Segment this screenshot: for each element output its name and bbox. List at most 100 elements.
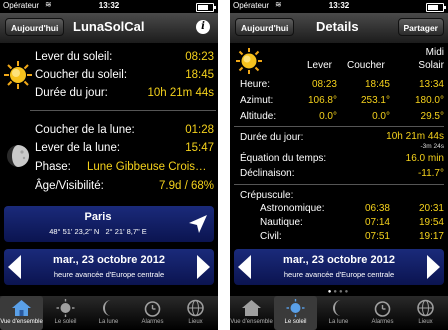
equation-of-time-value: 16.0 min <box>405 153 444 164</box>
astronomical-label: Astronomique: <box>260 203 325 214</box>
tab-label: Le soleil <box>54 319 77 325</box>
page-title: Details <box>316 19 359 34</box>
declination-label: Déclinaison: <box>240 168 295 179</box>
globe-icon <box>417 299 434 317</box>
time-label: Heure: <box>240 79 271 90</box>
tab-label: Vue d'ensemble <box>0 319 43 325</box>
day-length-value: 10h 21m 44s <box>147 87 215 99</box>
nav-bar: Aujourd'hui Details Partager <box>230 13 448 44</box>
altitude-label: Altitude: <box>240 111 277 122</box>
civil-end: 19:17 <box>418 231 444 242</box>
altitude-noon: 29.5° <box>420 111 444 122</box>
tab-overview[interactable]: Vue d'ensemble <box>230 296 273 330</box>
moon-icon <box>7 145 29 167</box>
day-length-label: Durée du jour: <box>35 87 108 99</box>
column-noon-2: Solair <box>418 60 444 71</box>
status-time: 13:32 <box>98 1 120 10</box>
date-timezone: heure avancée d'Europe centrale <box>283 270 395 279</box>
overview-screen: Opérateur ≋ 13:32 Aujourd'hui LunaSolCal… <box>0 0 218 330</box>
tab-sun[interactable]: Le soleil <box>274 296 317 330</box>
tab-moon[interactable]: La lune <box>317 296 360 330</box>
alarm-clock-icon <box>374 301 391 317</box>
sun-tab-icon <box>56 299 75 317</box>
moon-tab-icon <box>103 300 111 316</box>
share-button[interactable]: Partager <box>397 18 444 36</box>
tab-label: Lieux <box>418 319 433 325</box>
location-arrow-icon[interactable] <box>188 214 208 234</box>
astronomical-start: 06:38 <box>364 203 390 214</box>
tab-label: La lune <box>98 319 119 325</box>
phase-value: Lune Gibbeuse Crois… <box>87 161 207 173</box>
nav-bar: Aujourd'hui LunaSolCal i <box>0 13 218 44</box>
tab-alarms[interactable]: Alarmes <box>361 296 404 330</box>
tab-bar: Vue d'ensemble Le soleil La lune Alarmes <box>0 296 218 330</box>
day-length-value: 10h 21m 44s <box>386 131 444 142</box>
azimuth-label: Azimut: <box>240 95 274 106</box>
sunrise-value: 08:23 <box>185 51 214 63</box>
equation-of-time-label: Équation du temps: <box>240 153 327 164</box>
next-day-arrow-icon[interactable] <box>197 255 210 279</box>
next-day-arrow-icon[interactable] <box>427 255 440 279</box>
battery-icon <box>196 3 216 12</box>
time-rise: 08:23 <box>311 79 337 90</box>
moonrise-label: Lever de la lune: <box>35 142 121 154</box>
nautical-start: 07:14 <box>364 217 390 228</box>
date-timezone: heure avancée d'Europe centrale <box>53 270 165 279</box>
moonset-value: 01:28 <box>185 124 214 136</box>
time-set: 18:45 <box>364 79 390 90</box>
home-icon <box>12 300 31 316</box>
home-icon <box>242 300 261 316</box>
page-indicator[interactable]: ●●●● <box>230 289 448 295</box>
tab-label: Lieux <box>188 319 203 325</box>
tab-alarms[interactable]: Alarmes <box>131 296 174 330</box>
status-bar: Opérateur ≋ 13:32 <box>0 0 218 13</box>
status-time: 13:32 <box>328 1 350 10</box>
nautical-label: Nautique: <box>260 217 303 228</box>
day-length-label: Durée du jour: <box>240 132 304 143</box>
tab-places[interactable]: Lieux <box>404 296 447 330</box>
nautical-end: 19:54 <box>418 217 444 228</box>
sun-tab-icon <box>286 299 305 317</box>
app-title: LunaSolCal <box>73 19 145 34</box>
astronomical-end: 20:31 <box>418 203 444 214</box>
moonrise-value: 15:47 <box>185 142 214 154</box>
sunrise-label: Lever du soleil: <box>35 51 113 63</box>
globe-icon <box>187 299 204 317</box>
sun-icon <box>236 48 262 74</box>
tab-places[interactable]: Lieux <box>174 296 217 330</box>
moonset-label: Coucher de la lune: <box>35 124 135 136</box>
today-button[interactable]: Aujourd'hui <box>5 18 65 36</box>
tab-label: Le soleil <box>284 319 307 325</box>
column-rise: Lever <box>307 60 333 71</box>
alarm-clock-icon <box>144 301 161 317</box>
tab-sun[interactable]: Le soleil <box>44 296 87 330</box>
moon-tab-icon <box>333 300 341 316</box>
column-set: Coucher <box>347 60 385 71</box>
date-panel: mar., 23 octobre 2012 heure avancée d'Eu… <box>4 249 214 285</box>
today-button[interactable]: Aujourd'hui <box>235 18 295 36</box>
date-panel: mar., 23 octobre 2012 heure avancée d'Eu… <box>234 249 444 285</box>
info-icon[interactable]: i <box>196 20 210 34</box>
tab-label: La lune <box>328 319 349 325</box>
phase-label: Phase: <box>35 161 71 173</box>
time-noon: 13:34 <box>418 79 444 90</box>
twilight-title: Crépuscule: <box>240 190 294 201</box>
tab-label: Alarmes <box>371 319 394 325</box>
sunset-value: 18:45 <box>185 69 214 81</box>
date-main: mar., 23 octobre 2012 <box>53 254 165 266</box>
location-coords: 48° 51' 23,2" N 2° 21' 8,7" E <box>49 227 147 236</box>
tab-moon[interactable]: La lune <box>87 296 130 330</box>
divider <box>30 110 216 111</box>
tab-bar: Vue d'ensemble Le soleil La lune Alarmes <box>230 296 448 330</box>
battery-icon <box>426 3 446 12</box>
age-label: Âge/Visibilité: <box>35 180 104 192</box>
location-panel[interactable]: Paris 48° 51' 23,2" N 2° 21' 8,7" E <box>4 206 214 242</box>
tab-overview[interactable]: Vue d'ensemble <box>0 296 43 330</box>
divider <box>234 126 444 127</box>
declination-value: -11.7° <box>417 168 444 179</box>
status-bar: Opérateur ≋ 13:32 <box>230 0 448 13</box>
altitude-set: 0.0° <box>372 111 390 122</box>
day-length-delta: -3m 24s <box>420 143 444 150</box>
sunset-label: Coucher du soleil: <box>35 69 128 81</box>
sun-icon <box>4 61 32 89</box>
